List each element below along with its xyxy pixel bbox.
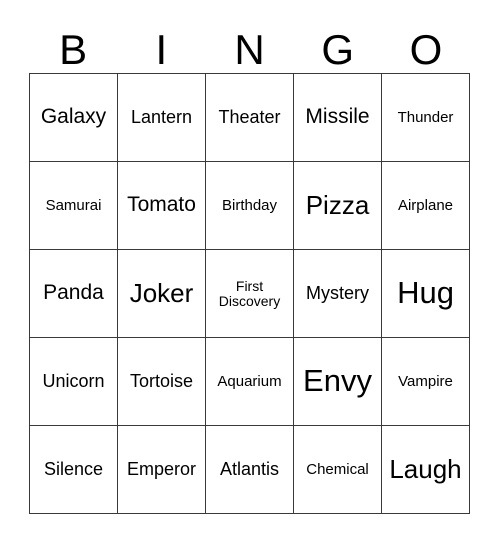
bingo-cell[interactable]: Birthday <box>206 162 294 250</box>
bingo-cell-label: Missile <box>305 105 370 129</box>
bingo-cell-label: Lantern <box>130 107 193 128</box>
bingo-cell-label: Tomato <box>127 193 196 217</box>
bingo-cell-label: Hug <box>397 275 454 311</box>
bingo-cell[interactable]: Aquarium <box>206 338 294 426</box>
bingo-cell-label: Vampire <box>398 372 453 390</box>
bingo-cell-label: Envy <box>303 363 372 399</box>
bingo-cell-label: Birthday <box>221 196 278 214</box>
bingo-cell-label: Emperor <box>126 459 197 480</box>
bingo-cell[interactable]: Tortoise <box>118 338 206 426</box>
bingo-cell[interactable]: Mystery <box>294 250 382 338</box>
bingo-cell[interactable]: Tomato <box>118 162 206 250</box>
bingo-cell[interactable]: Pizza <box>294 162 382 250</box>
bingo-cell[interactable]: Samurai <box>30 162 118 250</box>
bingo-header-letter-o: O <box>409 26 443 73</box>
bingo-cell-label: Mystery <box>306 283 369 304</box>
bingo-cell[interactable]: Vampire <box>382 338 470 426</box>
bingo-cell[interactable]: Atlantis <box>206 426 294 514</box>
bingo-cell[interactable]: Envy <box>294 338 382 426</box>
bingo-cell-label: Atlantis <box>219 459 280 480</box>
bingo-cell-label: Joker <box>129 277 194 308</box>
bingo-cell[interactable]: Airplane <box>382 162 470 250</box>
bingo-header-letter-i: I <box>155 26 168 73</box>
bingo-cell[interactable]: First Discovery <box>206 250 294 338</box>
bingo-header-row: B I N G O <box>29 14 470 73</box>
bingo-cell[interactable]: Lantern <box>118 74 206 162</box>
bingo-cell-label: Samurai <box>45 196 102 214</box>
bingo-cell[interactable]: Silence <box>30 426 118 514</box>
bingo-cell-label: Thunder <box>397 108 454 126</box>
bingo-cell-label: Laugh <box>389 453 462 484</box>
bingo-cell[interactable]: Laugh <box>382 426 470 514</box>
bingo-cell[interactable]: Chemical <box>294 426 382 514</box>
bingo-cell-label: Silence <box>43 459 104 480</box>
bingo-cell[interactable]: Theater <box>206 74 294 162</box>
bingo-cell-label: Chemical <box>306 460 369 478</box>
bingo-grid: Galaxy Lantern Theater Missile Thunder S… <box>29 73 470 514</box>
bingo-cell-label: Pizza <box>305 189 370 220</box>
bingo-cell-label: Unicorn <box>42 371 105 392</box>
bingo-card: B I N G O Galaxy Lantern Theater Missile… <box>0 0 500 544</box>
bingo-cell[interactable]: Galaxy <box>30 74 118 162</box>
bingo-cell-label: First Discovery <box>218 277 281 309</box>
bingo-cell-label: Panda <box>43 281 104 305</box>
bingo-cell-label: Tortoise <box>129 371 194 392</box>
bingo-cell[interactable]: Unicorn <box>30 338 118 426</box>
bingo-cell-label: Galaxy <box>40 105 107 129</box>
bingo-header-letter-n: N <box>234 26 265 73</box>
bingo-header-letter-g: G <box>321 26 355 73</box>
bingo-cell[interactable]: Hug <box>382 250 470 338</box>
bingo-cell[interactable]: Panda <box>30 250 118 338</box>
bingo-cell-label: Theater <box>218 107 281 128</box>
bingo-cell[interactable]: Joker <box>118 250 206 338</box>
bingo-cell[interactable]: Thunder <box>382 74 470 162</box>
bingo-cell[interactable]: Emperor <box>118 426 206 514</box>
bingo-header-letter-b: B <box>59 26 88 73</box>
bingo-cell-label: Airplane <box>397 196 454 214</box>
bingo-cell-label: Aquarium <box>217 372 282 390</box>
bingo-cell[interactable]: Missile <box>294 74 382 162</box>
